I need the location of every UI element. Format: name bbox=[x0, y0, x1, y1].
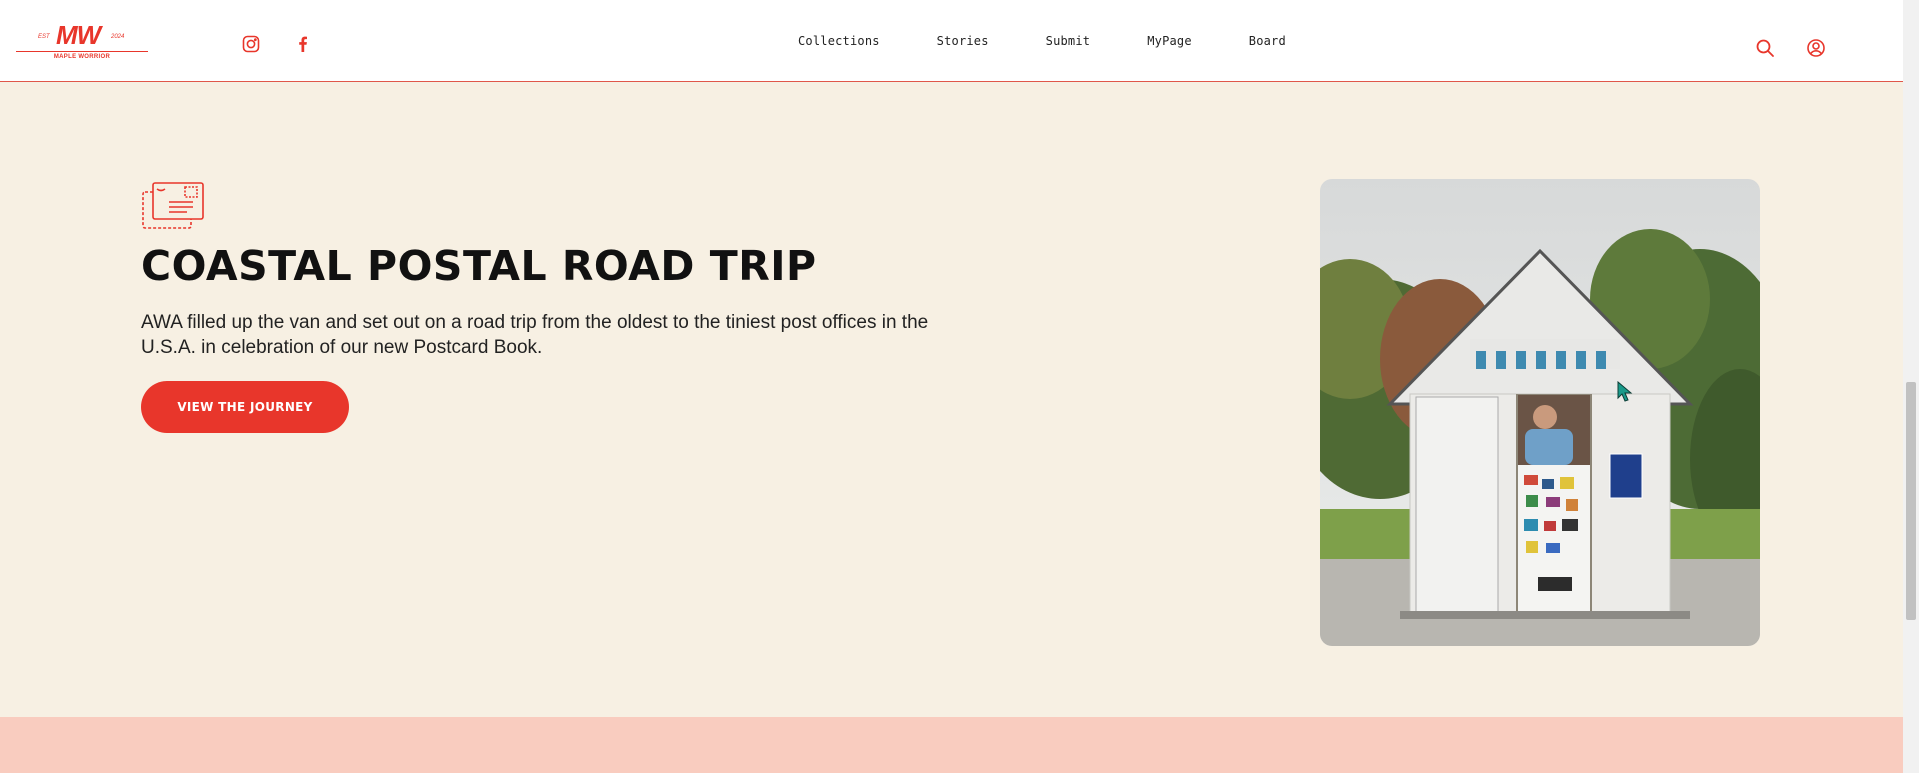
site-header: EST MW 2024 MAPLE WORRIOR Collections St… bbox=[0, 0, 1903, 82]
page-scrollbar[interactable] bbox=[1903, 0, 1919, 773]
main-nav: Collections Stories Submit MyPage Board bbox=[798, 0, 1286, 82]
hero-description: AWA filled up the van and set out on a r… bbox=[141, 312, 929, 358]
user-icon[interactable] bbox=[1806, 38, 1826, 58]
facebook-icon[interactable] bbox=[294, 35, 312, 53]
logo-est: EST bbox=[38, 34, 50, 40]
scrollbar-thumb[interactable] bbox=[1906, 382, 1916, 620]
logo-mark: MW bbox=[56, 20, 101, 50]
nav-mypage[interactable]: MyPage bbox=[1147, 34, 1192, 48]
nav-board[interactable]: Board bbox=[1249, 34, 1286, 48]
logo-rule bbox=[16, 51, 148, 52]
nav-stories[interactable]: Stories bbox=[937, 34, 989, 48]
logo-subtitle: MAPLE WORRIOR bbox=[53, 54, 111, 60]
instagram-icon[interactable] bbox=[242, 35, 260, 53]
nav-submit[interactable]: Submit bbox=[1046, 34, 1091, 48]
site-logo[interactable]: EST MW 2024 MAPLE WORRIOR bbox=[16, 22, 148, 62]
next-section-band bbox=[0, 717, 1903, 773]
page: EST MW 2024 MAPLE WORRIOR Collections St… bbox=[0, 0, 1903, 773]
hero-title: COASTAL POSTAL ROAD TRIP bbox=[141, 242, 817, 290]
mouse-cursor bbox=[1617, 380, 1633, 403]
logo-year: 2024 bbox=[111, 34, 125, 40]
view-journey-button[interactable]: VIEW THE JOURNEY bbox=[141, 381, 349, 433]
search-icon[interactable] bbox=[1755, 38, 1775, 58]
post-office-photo bbox=[1320, 179, 1760, 646]
postcard-icon bbox=[141, 180, 205, 232]
nav-collections[interactable]: Collections bbox=[798, 34, 880, 48]
